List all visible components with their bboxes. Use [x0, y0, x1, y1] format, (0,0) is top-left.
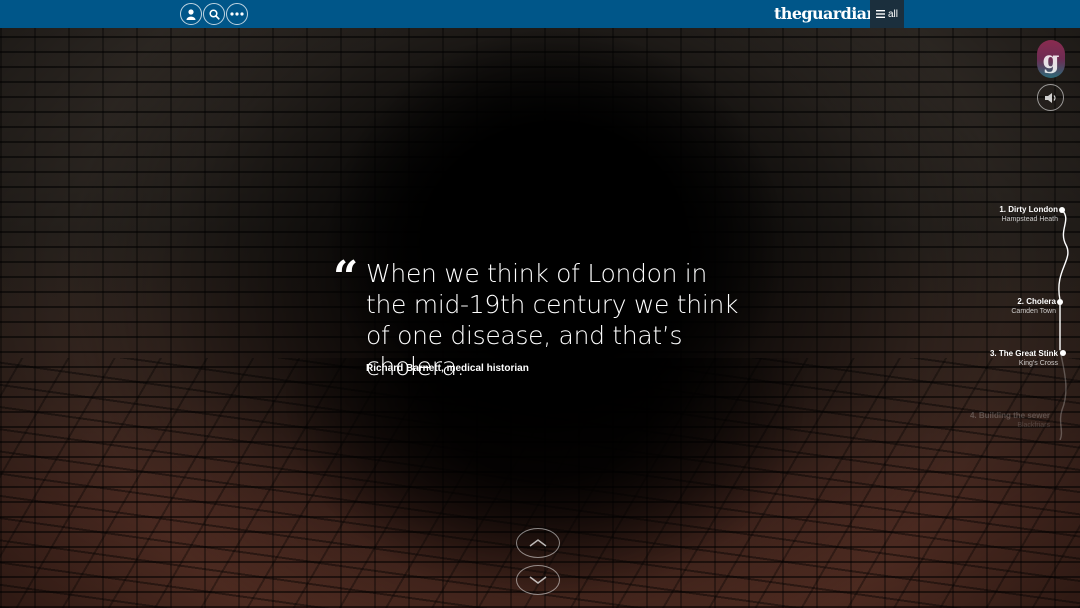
chapter-location: Hampstead Heath [1001, 216, 1058, 223]
search-button[interactable] [203, 3, 225, 25]
chapter-title: 1. Dirty London [999, 205, 1058, 214]
guardian-logo[interactable]: theguardian [774, 3, 878, 25]
menu-label: all [887, 8, 898, 20]
hamburger-icon [875, 10, 885, 18]
chapter-location: King's Cross [1018, 360, 1058, 367]
chapter-location: Blackfriars [1017, 422, 1050, 429]
sound-toggle-button[interactable] [1037, 84, 1064, 111]
next-section-button[interactable] [516, 565, 560, 595]
chapter-title: 2. Cholera [1017, 297, 1056, 306]
chapter-title: 4. Building the sewer [969, 411, 1050, 420]
more-button[interactable] [226, 3, 248, 25]
chapter-route-line [1057, 207, 1069, 440]
quote-mark-icon: “ [333, 252, 359, 303]
previous-section-button[interactable] [516, 528, 560, 558]
profile-button[interactable] [180, 3, 202, 25]
more-icon [230, 12, 244, 16]
chapter-3-link[interactable]: 3. The Great Stink King's Cross [990, 349, 1058, 368]
chapter-title: 3. The Great Stink [989, 349, 1058, 358]
chapter-1-link[interactable]: 1. Dirty London Hampstead Heath [999, 205, 1058, 224]
chapter-location: Camden Town [1011, 308, 1056, 315]
guardian-g-logo[interactable]: g [1037, 40, 1065, 78]
speaker-icon [1044, 92, 1056, 103]
chevron-up-icon [529, 539, 547, 547]
chapter-2-link[interactable]: 2. Cholera Camden Town [1011, 297, 1056, 316]
chapter-4-link[interactable]: 4. Building the sewer Blackfriars [970, 411, 1050, 430]
all-sections-menu-button[interactable]: all [870, 0, 904, 28]
quote-attribution: Richard Barnett, medical historian [366, 363, 529, 374]
user-icon [186, 8, 196, 20]
chevron-down-icon [529, 576, 547, 584]
logo-letter: g [1042, 44, 1060, 74]
search-icon [208, 8, 220, 20]
top-navigation-bar: theguardian all [0, 0, 1080, 28]
